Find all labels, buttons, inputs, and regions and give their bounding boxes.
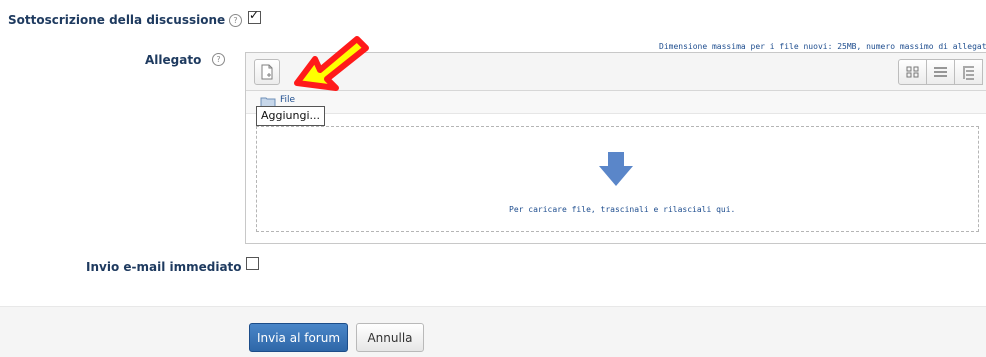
annotation-arrow bbox=[294, 36, 369, 91]
cancel-button[interactable]: Annulla bbox=[356, 323, 424, 352]
drop-instructions: Per caricare file, trascinali e rilascia… bbox=[509, 205, 736, 214]
tree-view-icon bbox=[963, 66, 974, 80]
subscription-checkbox[interactable]: ✓ bbox=[248, 8, 261, 24]
tree-view-button[interactable] bbox=[954, 59, 983, 85]
help-icon[interactable]: ? bbox=[229, 14, 242, 27]
upload-arrow-icon bbox=[599, 152, 633, 186]
email-checkbox[interactable] bbox=[246, 257, 259, 270]
drop-zone[interactable] bbox=[256, 126, 979, 232]
add-file-tooltip: Aggiungi... bbox=[256, 106, 326, 126]
help-icon[interactable]: ? bbox=[212, 53, 225, 66]
subscription-label: Sottoscrizione della discussione bbox=[8, 13, 226, 27]
grid-view-button[interactable] bbox=[898, 59, 927, 85]
attachment-label: Allegato bbox=[145, 53, 202, 67]
max-file-size-text: Dimensione massima per i file nuovi: 25M… bbox=[659, 42, 986, 51]
submit-button[interactable]: Invia al forum bbox=[249, 323, 348, 352]
add-file-icon bbox=[261, 64, 273, 80]
check-icon: ✓ bbox=[249, 8, 260, 22]
add-file-button[interactable] bbox=[254, 59, 280, 85]
email-label: Invio e-mail immediato bbox=[86, 260, 242, 274]
list-view-button[interactable] bbox=[926, 59, 955, 85]
list-view-icon bbox=[934, 67, 947, 77]
form-footer bbox=[0, 306, 986, 357]
grid-view-icon bbox=[906, 66, 919, 78]
